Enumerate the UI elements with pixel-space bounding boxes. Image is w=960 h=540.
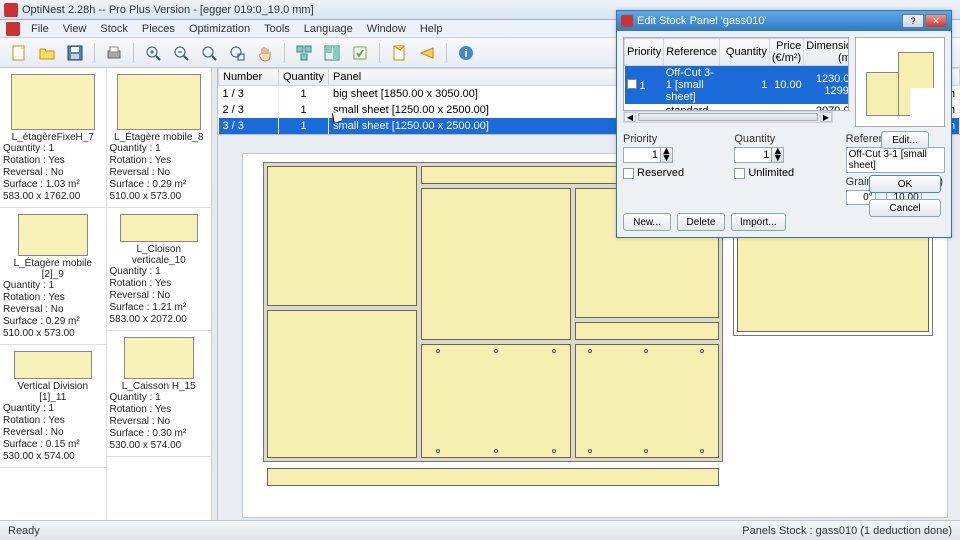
zoom-out-icon[interactable] bbox=[170, 42, 192, 64]
dialog-title: Edit Stock Panel 'gass010' bbox=[637, 15, 767, 27]
hcol-reference[interactable]: Reference bbox=[664, 39, 720, 66]
piece-thumb bbox=[18, 214, 88, 256]
report-icon[interactable] bbox=[388, 42, 410, 64]
zoom-fit-icon[interactable] bbox=[198, 42, 220, 64]
doc-icon bbox=[6, 22, 20, 36]
menu-tools[interactable]: Tools bbox=[257, 22, 297, 36]
nest-icon[interactable] bbox=[321, 42, 343, 64]
hcol-dim[interactable]: Dimensions (mm) bbox=[804, 39, 849, 66]
app-icon bbox=[4, 3, 18, 17]
piece-name: L_Étagère mobile [2]_9 bbox=[3, 258, 103, 280]
stock-row[interactable]: 2standard sheetUnlimited10.002070.00 x 2… bbox=[625, 104, 850, 111]
svg-text:i: i bbox=[464, 48, 467, 60]
optimize-icon[interactable] bbox=[349, 42, 371, 64]
delete-button[interactable]: Delete bbox=[677, 213, 725, 231]
info-icon[interactable]: i bbox=[455, 42, 477, 64]
piece-cell[interactable]: L_Caisson H_15 Quantity : 1 Rotation : Y… bbox=[107, 331, 212, 457]
piece-name: Vertical Division [1]_11 bbox=[3, 381, 103, 403]
window-title: OptiNest 2.28h -- Pro Plus Version - [eg… bbox=[22, 4, 314, 16]
col-quantity[interactable]: Quantity bbox=[279, 69, 329, 86]
reserved-checkbox[interactable] bbox=[623, 168, 634, 179]
dialog-titlebar[interactable]: Edit Stock Panel 'gass010' ? ✕ bbox=[617, 11, 951, 31]
new-file-icon[interactable] bbox=[8, 42, 30, 64]
menu-view[interactable]: View bbox=[56, 22, 94, 36]
priority-input[interactable] bbox=[623, 147, 661, 163]
piece-cell[interactable]: L_Cloison verticale_10 Quantity : 1 Rota… bbox=[107, 208, 212, 331]
hcol-priority[interactable]: Priority bbox=[625, 39, 664, 66]
hand-pan-icon[interactable] bbox=[254, 42, 276, 64]
menu-pieces[interactable]: Pieces bbox=[135, 22, 182, 36]
zoom-window-icon[interactable] bbox=[226, 42, 248, 64]
hcol-price[interactable]: Price (€/m²) bbox=[769, 39, 803, 66]
save-icon[interactable] bbox=[64, 42, 86, 64]
piece-cell[interactable]: L_Étagère mobile [2]_9 Quantity : 1 Rota… bbox=[0, 208, 106, 345]
status-bar: Ready Panels Stock : gass010 (1 deductio… bbox=[0, 520, 960, 540]
edit-stock-dialog: Edit Stock Panel 'gass010' ? ✕ Priority … bbox=[616, 10, 952, 238]
piece-thumb bbox=[11, 74, 95, 130]
new-button[interactable]: New... bbox=[623, 213, 671, 231]
menu-stock[interactable]: Stock bbox=[93, 22, 135, 36]
priority-spinner[interactable]: ▲▼ bbox=[623, 147, 722, 163]
piece-name: L_Cloison verticale_10 bbox=[110, 244, 209, 266]
quantity-input[interactable] bbox=[734, 147, 772, 163]
piece-cell[interactable]: L_étagèreFixeH_7 Quantity : 1 Rotation :… bbox=[0, 68, 106, 208]
pieces-icon[interactable] bbox=[293, 42, 315, 64]
menu-help[interactable]: Help bbox=[413, 22, 450, 36]
col-number[interactable]: Number bbox=[219, 69, 279, 86]
hcol-quantity[interactable]: Quantity bbox=[720, 39, 770, 66]
cancel-button[interactable]: Cancel bbox=[869, 199, 941, 217]
unlimited-checkbox[interactable] bbox=[734, 168, 745, 179]
quantity-spinner[interactable]: ▲▼ bbox=[734, 147, 833, 163]
piece-thumb bbox=[117, 74, 201, 130]
ok-button[interactable]: OK bbox=[869, 175, 941, 193]
piece-name: L_Caisson H_15 bbox=[110, 381, 209, 392]
menu-file[interactable]: File bbox=[24, 22, 56, 36]
dialog-close-icon[interactable]: ✕ bbox=[925, 14, 947, 28]
stock-row[interactable]: 1Off-Cut 3-1 [small sheet]110.001230.00 … bbox=[625, 66, 850, 105]
edit-button[interactable]: Edit... bbox=[881, 131, 929, 149]
print-icon[interactable] bbox=[103, 42, 125, 64]
priority-label: Priority bbox=[623, 133, 722, 145]
status-right: Panels Stock : gass010 (1 deduction done… bbox=[742, 525, 952, 537]
import-button[interactable]: Import... bbox=[731, 213, 786, 231]
piece-thumb bbox=[120, 214, 198, 242]
menu-optimization[interactable]: Optimization bbox=[182, 22, 257, 36]
dialog-icon bbox=[621, 15, 633, 27]
piece-name: L_Étagère mobile_8 bbox=[110, 132, 209, 143]
zoom-in-icon[interactable] bbox=[142, 42, 164, 64]
piece-thumb bbox=[124, 337, 194, 379]
stocklist-hscroll[interactable]: ◀▶ bbox=[623, 111, 833, 123]
dialog-help-icon[interactable]: ? bbox=[902, 14, 924, 28]
reference-value: Off-Cut 3-1 [small sheet] bbox=[846, 147, 945, 173]
piece-cell[interactable]: Vertical Division [1]_11 Quantity : 1 Ro… bbox=[0, 345, 106, 468]
quantity-label: Quantity bbox=[734, 133, 833, 145]
pieces-panel: L_étagèreFixeH_7 Quantity : 1 Rotation :… bbox=[0, 68, 218, 520]
export-icon[interactable] bbox=[416, 42, 438, 64]
piece-thumb bbox=[14, 351, 92, 379]
stock-list[interactable]: Priority Reference Quantity Price (€/m²)… bbox=[623, 37, 849, 111]
status-left: Ready bbox=[8, 525, 40, 537]
piece-cell[interactable]: L_Étagère mobile_8 Quantity : 1 Rotation… bbox=[107, 68, 212, 208]
menu-language[interactable]: Language bbox=[297, 22, 360, 36]
open-file-icon[interactable] bbox=[36, 42, 58, 64]
stock-preview bbox=[855, 37, 945, 127]
piece-name: L_étagèreFixeH_7 bbox=[3, 132, 103, 143]
menu-window[interactable]: Window bbox=[360, 22, 413, 36]
pieces-scrollbar[interactable] bbox=[211, 68, 217, 520]
